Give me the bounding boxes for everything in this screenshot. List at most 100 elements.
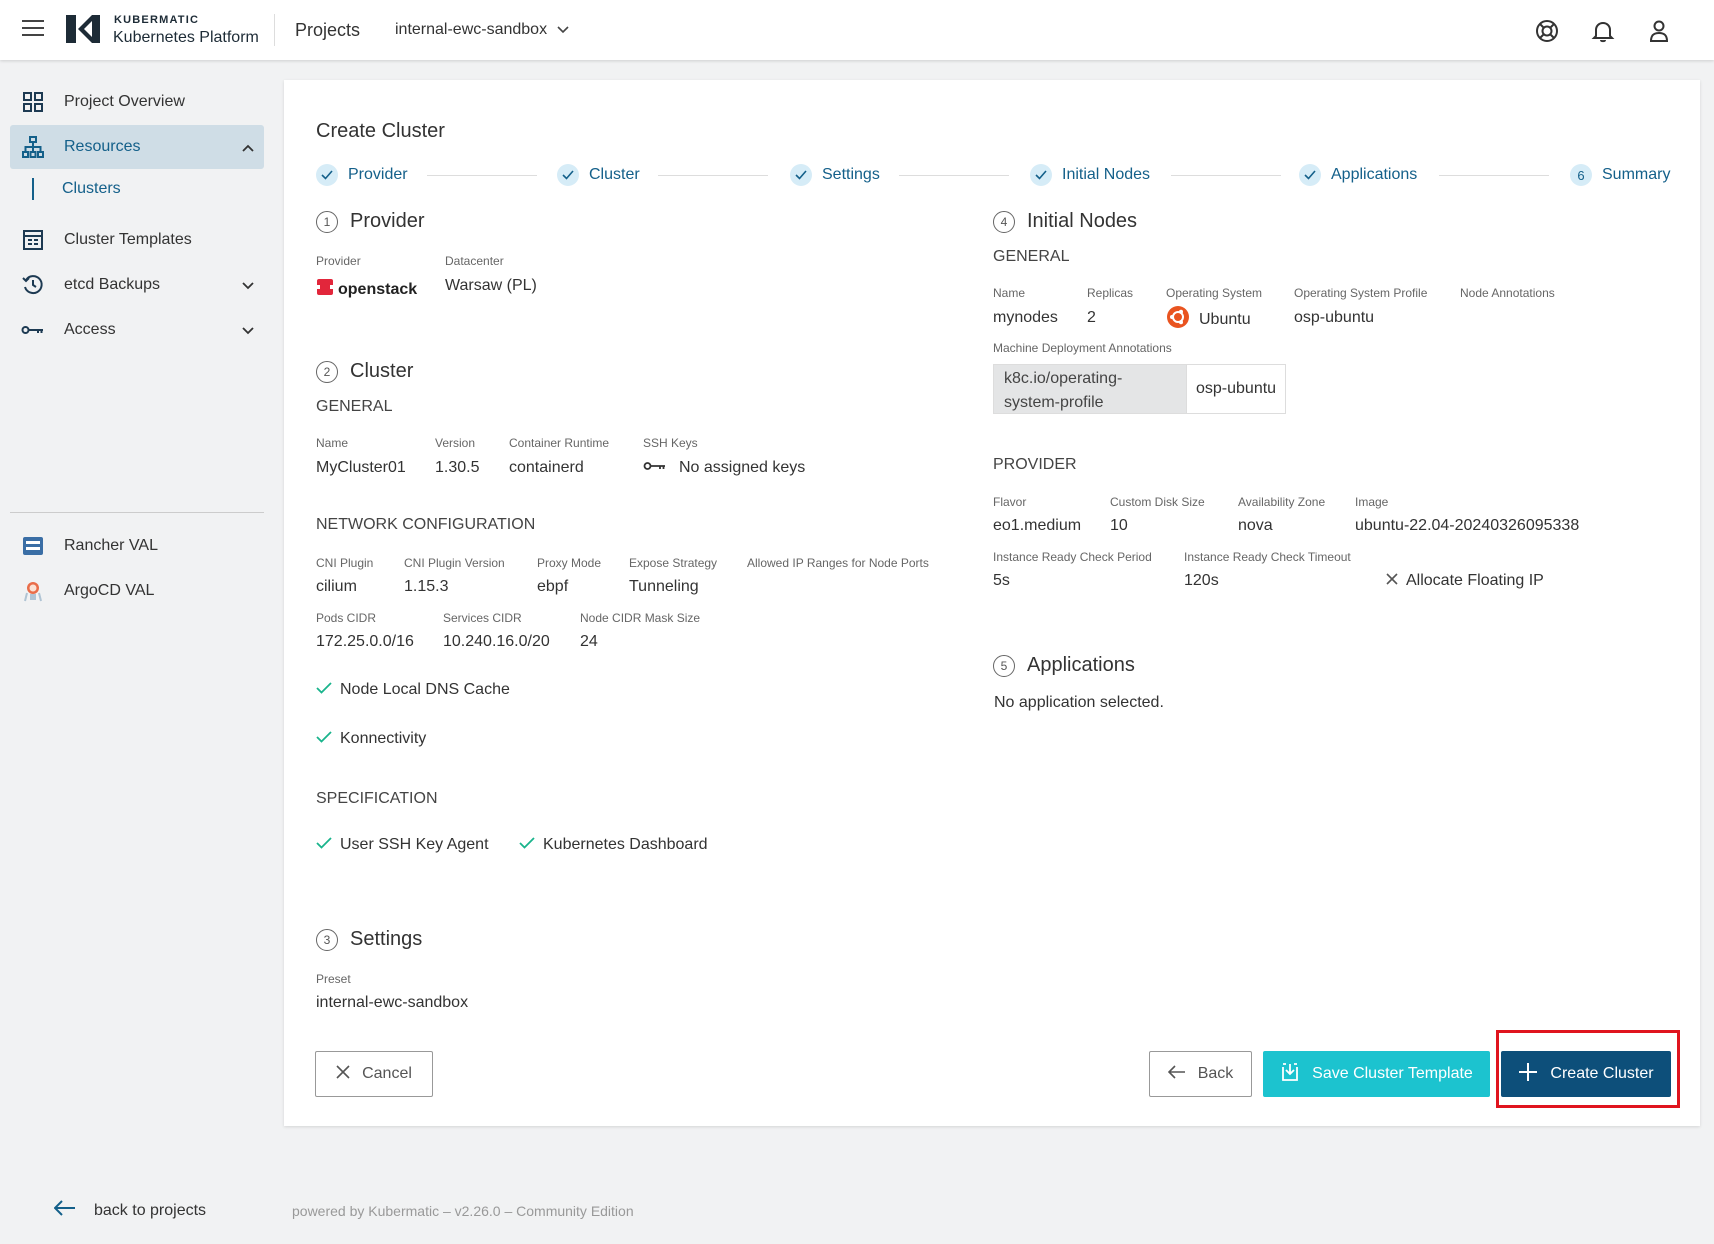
sidebar-item-cluster-templates[interactable]: Cluster Templates	[10, 218, 264, 262]
custom-disk-size-label: Custom Disk Size	[1110, 495, 1205, 509]
bell-icon[interactable]	[1590, 18, 1616, 44]
project-select-value: internal-ewc-sandbox	[395, 21, 548, 38]
sitemap-icon	[20, 134, 46, 160]
preset-label: Preset	[316, 972, 351, 986]
menu-icon[interactable]	[22, 20, 44, 36]
sidebar-item-label: Access	[64, 321, 116, 338]
name-value: MyCluster01	[316, 459, 406, 476]
back-button[interactable]: Back	[1149, 1051, 1252, 1097]
node-annotations-label: Node Annotations	[1460, 286, 1555, 300]
check-icon	[790, 164, 812, 186]
allocate-floating-ip: Allocate Floating IP	[1386, 572, 1544, 590]
md-annotations-label: Machine Deployment Annotations	[993, 341, 1172, 355]
node-name-value: mynodes	[993, 309, 1058, 326]
cancel-button[interactable]: Cancel	[315, 1051, 433, 1097]
os-value-text: Ubuntu	[1199, 310, 1251, 328]
ssh-keys-value: No assigned keys	[643, 459, 805, 477]
check-icon	[316, 164, 338, 186]
sidebar-item-label: ArgoCD VAL	[64, 582, 155, 599]
step-label: Summary	[1602, 166, 1671, 183]
step-applications[interactable]: Applications	[1299, 164, 1417, 186]
check-label: Node Local DNS Cache	[340, 681, 510, 698]
kubermatic-logo-icon	[64, 13, 102, 50]
projects-link[interactable]: Projects	[295, 20, 360, 41]
project-select[interactable]: internal-ewc-sandbox	[395, 21, 569, 39]
sidebar-item-label: Cluster Templates	[64, 231, 192, 248]
help-icon[interactable]	[1534, 18, 1560, 44]
button-label: Cancel	[362, 1065, 412, 1082]
section-number: 1	[316, 210, 338, 233]
specification-heading: SPECIFICATION	[316, 790, 438, 807]
key-icon	[20, 317, 46, 343]
sidebar-item-rancher-val[interactable]: Rancher VAL	[10, 524, 264, 568]
save-cluster-template-button[interactable]: Save Cluster Template	[1263, 1051, 1490, 1097]
step-connector	[427, 175, 537, 176]
check-label: Allocate Floating IP	[1406, 572, 1544, 589]
user-icon[interactable]	[1646, 18, 1672, 44]
pods-cidr-label: Pods CIDR	[316, 611, 377, 625]
sidebar-item-resources[interactable]: Resources	[10, 125, 264, 169]
image-label: Image	[1355, 495, 1389, 509]
image-value: ubuntu-22.04-20240326095338	[1355, 517, 1580, 534]
chevron-up-icon	[242, 139, 254, 157]
step-label: Cluster	[589, 166, 640, 183]
button-label: Save Cluster Template	[1312, 1065, 1473, 1082]
section-title: Provider	[350, 210, 425, 232]
section-initial-nodes-heading: 4 Initial Nodes	[993, 210, 1137, 233]
os-label: Operating System	[1166, 286, 1263, 300]
step-number: 6	[1570, 164, 1592, 186]
datacenter-value: Warsaw (PL)	[445, 277, 537, 294]
powered-by-text: powered by Kubermatic – v2.26.0 – Commun…	[292, 1203, 634, 1219]
step-connector	[1171, 175, 1281, 176]
step-connector	[899, 175, 1009, 176]
sidebar-item-etcd-backups[interactable]: etcd Backups	[10, 263, 264, 307]
section-applications-heading: 5 Applications	[993, 654, 1135, 677]
expose-strategy-label: Expose Strategy	[629, 556, 718, 570]
ready-check-timeout-value: 120s	[1184, 572, 1219, 589]
step-cluster[interactable]: Cluster	[557, 164, 640, 186]
allowed-ip-ranges-label: Allowed IP Ranges for Node Ports	[747, 556, 929, 570]
md-annotation-key: k8c.io/operating-system-profile	[993, 364, 1187, 414]
datacenter-label: Datacenter	[445, 254, 504, 268]
divider	[274, 14, 275, 46]
back-to-projects-link[interactable]: back to projects	[53, 1200, 206, 1221]
sidebar-item-argocd-val[interactable]: ArgoCD VAL	[10, 569, 264, 613]
sidebar-item-clusters[interactable]: Clusters	[62, 180, 121, 198]
custom-disk-size-value: 10	[1110, 517, 1128, 534]
replicas-label: Replicas	[1087, 286, 1134, 300]
name-label: Name	[316, 436, 349, 450]
argocd-icon	[20, 578, 46, 604]
check-icon	[1030, 164, 1052, 186]
section-settings-heading: 3 Settings	[316, 928, 422, 951]
pods-cidr-value: 172.25.0.0/16	[316, 633, 414, 650]
step-connector	[658, 175, 768, 176]
version-label: Version	[435, 436, 476, 450]
provider-heading: PROVIDER	[993, 456, 1077, 473]
arrow-left-icon	[53, 1200, 76, 1221]
sidebar-item-project-overview[interactable]: Project Overview	[10, 80, 264, 124]
node-cidr-mask-value: 24	[580, 633, 598, 650]
check-icon	[316, 836, 332, 854]
proxy-mode-label: Proxy Mode	[537, 556, 602, 570]
check-label: Kubernetes Dashboard	[543, 836, 708, 853]
history-icon	[20, 272, 46, 298]
highlight-box	[1496, 1030, 1680, 1108]
provider-value-text: openstack	[338, 280, 418, 298]
sidebar-item-access[interactable]: Access	[10, 308, 264, 352]
sidebar-item-label: Resources	[64, 138, 141, 155]
step-provider[interactable]: Provider	[316, 164, 408, 186]
sidebar-divider	[10, 512, 264, 513]
section-title: Settings	[350, 928, 423, 950]
check-icon	[519, 836, 535, 854]
step-initial-nodes[interactable]: Initial Nodes	[1030, 164, 1150, 186]
expose-strategy-value: Tunneling	[629, 578, 699, 595]
section-number: 5	[993, 654, 1015, 677]
ready-check-period-value: 5s	[993, 572, 1010, 589]
step-settings[interactable]: Settings	[790, 164, 880, 186]
step-summary[interactable]: 6 Summary	[1570, 164, 1670, 186]
general-heading: GENERAL	[993, 248, 1070, 265]
konnectivity: Konnectivity	[316, 730, 426, 748]
user-ssh-key-agent: User SSH Key Agent	[316, 836, 489, 854]
os-value: Ubuntu	[1166, 305, 1251, 334]
check-icon	[316, 730, 332, 748]
